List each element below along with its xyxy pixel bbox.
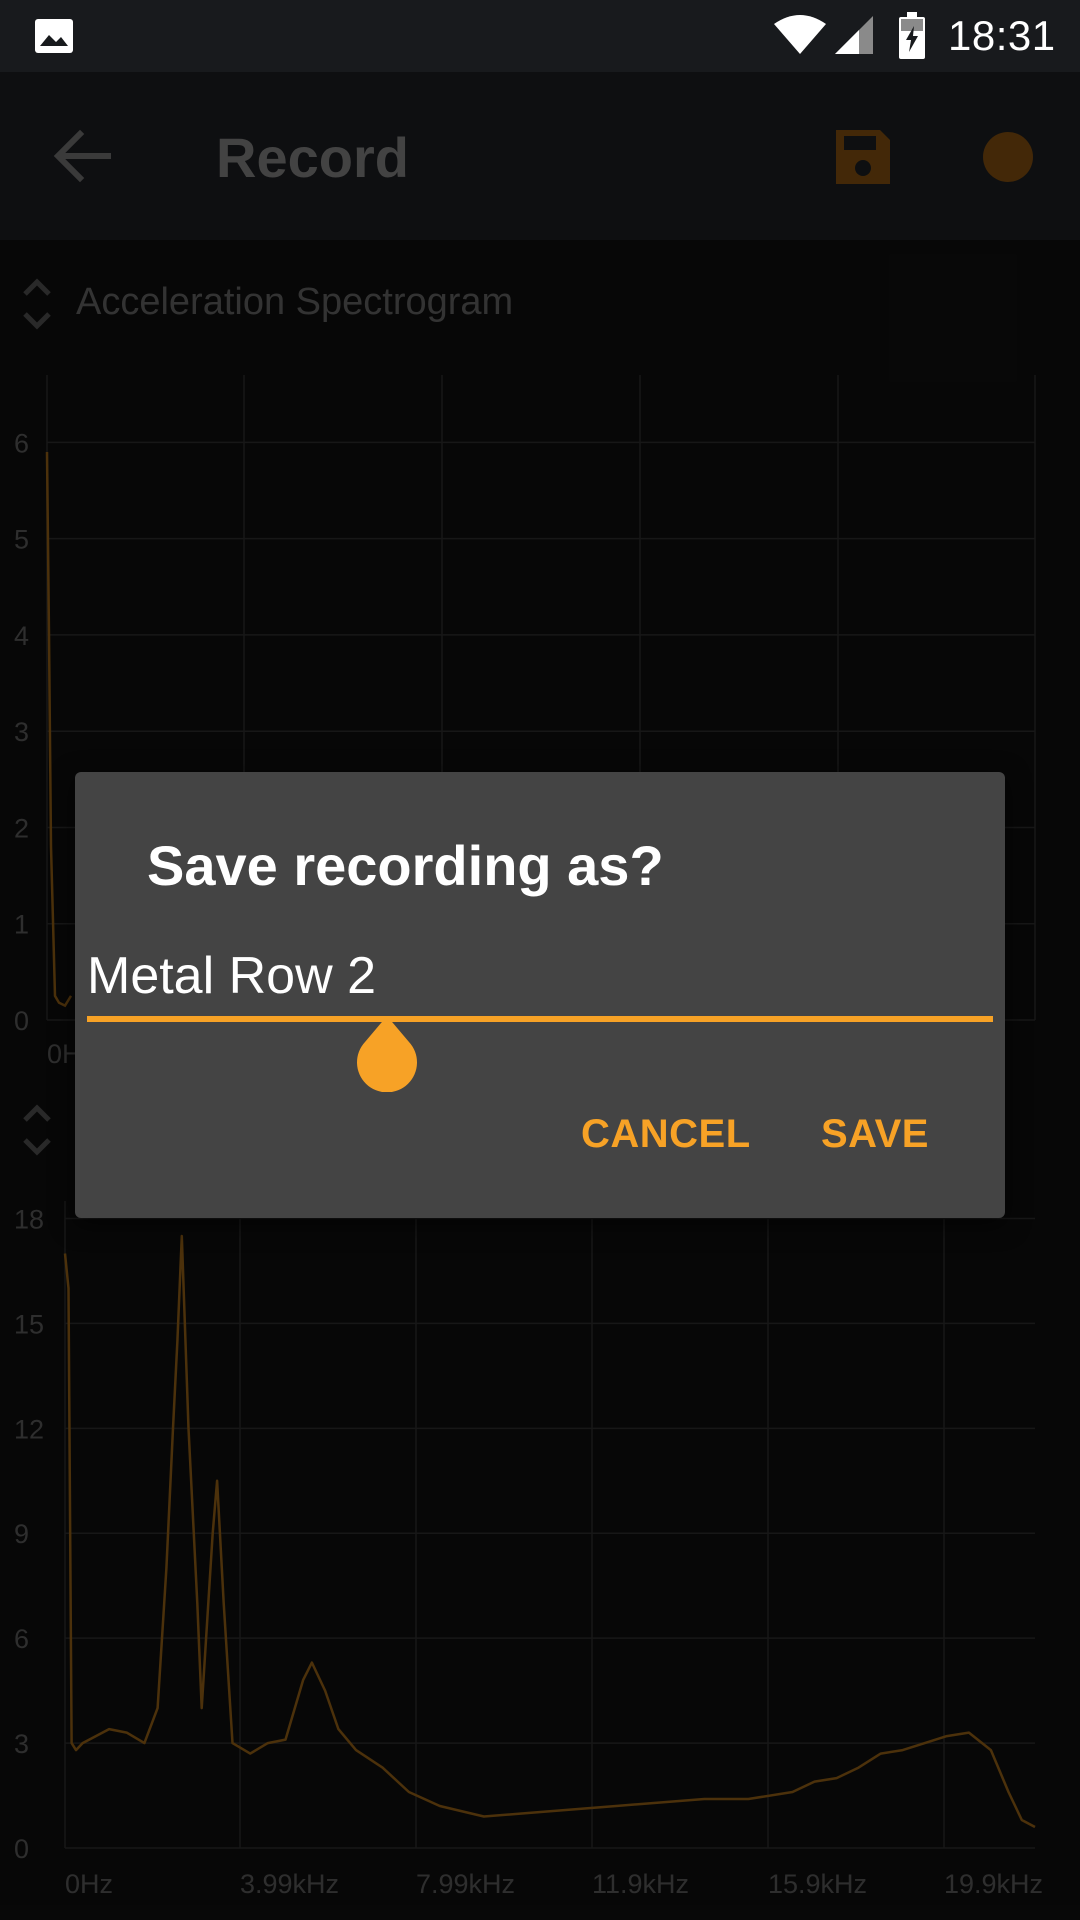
gallery-icon — [35, 19, 73, 53]
screen: 18:31 Record Acceleration Spectrogram 01… — [0, 0, 1080, 1920]
wifi-icon — [774, 15, 826, 54]
save-button[interactable]: SAVE — [821, 1110, 929, 1158]
clock: 18:31 — [948, 12, 1056, 59]
save-dialog: Save recording as? CANCEL SAVE — [75, 772, 1005, 1218]
battery-charging-icon — [899, 12, 925, 59]
text-cursor-handle-icon[interactable] — [355, 1012, 419, 1092]
cell-signal-icon — [835, 16, 873, 54]
recording-name-input[interactable] — [87, 942, 993, 1010]
input-underline — [87, 1016, 993, 1022]
status-bar: 18:31 — [0, 0, 1080, 72]
cancel-button[interactable]: CANCEL — [581, 1110, 751, 1158]
dialog-title: Save recording as? — [147, 834, 664, 897]
